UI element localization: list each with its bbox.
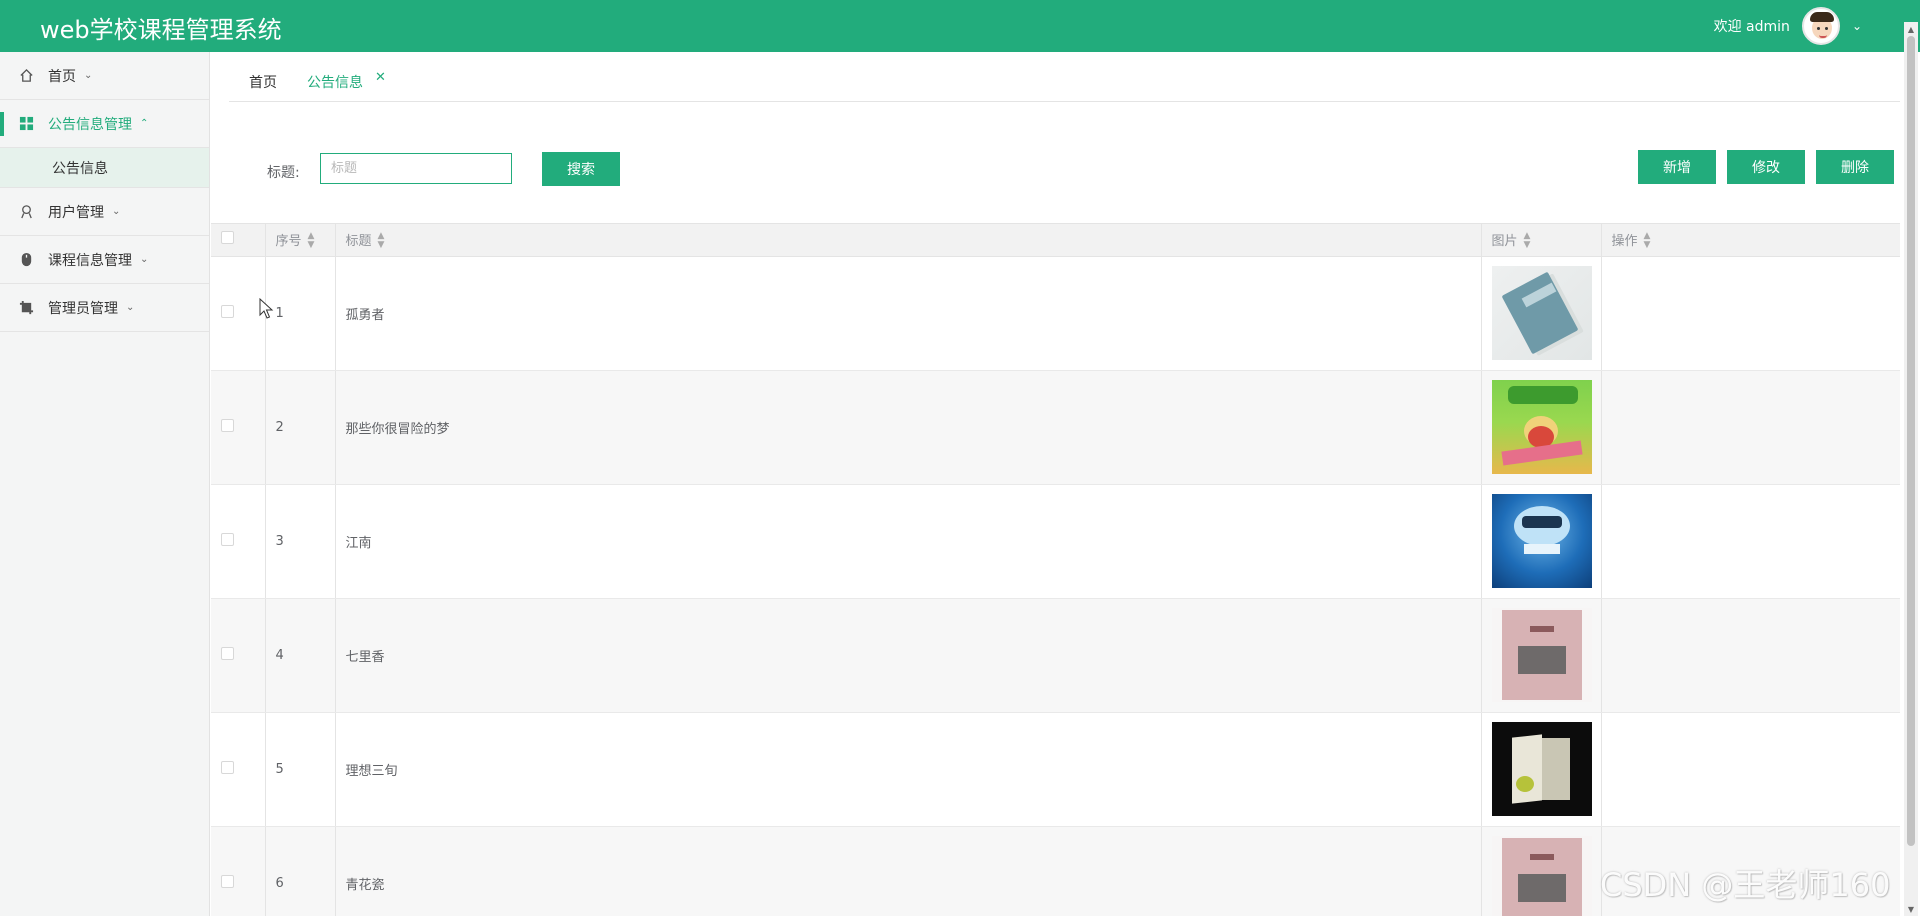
- row-index: 4: [265, 598, 336, 713]
- grid-icon: [18, 116, 34, 132]
- avatar[interactable]: [1801, 7, 1840, 45]
- chevron-down-icon: ⌄: [126, 302, 135, 313]
- data-table: 序号 ▲ ▼ 标题 ▲ ▼ 图片 ▲ ▼ 操作 ▲ ▼ 1 孤勇者 2 那些你很…: [211, 223, 1900, 916]
- app-title: web学校课程管理系统: [40, 16, 282, 44]
- sidebar-item-label: 首页: [48, 68, 76, 85]
- welcome-text: 欢迎 admin: [1713, 19, 1790, 35]
- scroll-up-icon[interactable]: ▲: [1904, 22, 1918, 36]
- book-cover-image: [1491, 494, 1592, 588]
- table-row[interactable]: 3 江南: [211, 484, 1900, 599]
- top-header: web学校课程管理系统 欢迎 admin ⌄: [0, 0, 1920, 52]
- sidebar-item-label: 管理员管理: [48, 300, 118, 317]
- select-all-header[interactable]: [211, 224, 266, 257]
- row-index: 1: [265, 256, 336, 371]
- row-index: 6: [265, 826, 336, 916]
- sort-icon[interactable]: ▲ ▼: [1644, 232, 1651, 250]
- chevron-up-icon: ⌃: [140, 118, 149, 129]
- tab-label: 首页: [249, 74, 277, 91]
- tab-label: 公告信息: [307, 74, 363, 91]
- table-row[interactable]: 1 孤勇者: [211, 256, 1900, 371]
- row-index: 2: [265, 370, 336, 485]
- row-checkbox[interactable]: [221, 418, 234, 432]
- search-button[interactable]: 搜索: [542, 152, 620, 186]
- tab-home[interactable]: 首页: [249, 72, 277, 92]
- row-title: 那些你很冒险的梦: [335, 370, 1482, 485]
- search-bar: 标题: 搜索 新增 修改 删除: [211, 150, 1900, 190]
- sidebar-item-user-management[interactable]: 用户管理 ⌄: [0, 188, 209, 236]
- chevron-down-icon: ⌄: [112, 206, 121, 217]
- row-title: 青花瓷: [335, 826, 1482, 916]
- book-cover-image: [1491, 608, 1592, 702]
- home-icon: [18, 68, 34, 84]
- sidebar-item-home[interactable]: 首页 ⌄: [0, 52, 209, 100]
- sort-icon[interactable]: ▲ ▼: [378, 232, 385, 250]
- row-index: 3: [265, 484, 336, 599]
- mouse-icon: [18, 252, 34, 268]
- tab-notice-info[interactable]: 公告信息 ✕: [307, 70, 386, 92]
- chevron-down-icon: ⌄: [84, 70, 93, 81]
- mouse-cursor-icon: [259, 298, 274, 319]
- column-header-title[interactable]: 标题 ▲ ▼: [335, 224, 1482, 257]
- table-row[interactable]: 4 七里香: [211, 598, 1900, 713]
- book-cover-image: [1491, 836, 1592, 916]
- row-title: 七里香: [335, 598, 1482, 713]
- sidebar: 首页 ⌄ 公告信息管理 ⌃ 公告信息 用户管理 ⌄ 课程信息管理 ⌄ 管理员管理…: [0, 52, 210, 916]
- crop-icon: [18, 300, 34, 316]
- sidebar-item-label: 课程信息管理: [48, 252, 132, 269]
- row-index: 5: [265, 712, 336, 827]
- table-header-row: 序号 ▲ ▼ 标题 ▲ ▼ 图片 ▲ ▼ 操作 ▲ ▼: [211, 224, 1900, 257]
- column-header-image[interactable]: 图片 ▲ ▼: [1481, 224, 1602, 257]
- watermark: CSDN @王老师160: [1600, 866, 1891, 904]
- row-checkbox[interactable]: [221, 532, 234, 546]
- user-menu[interactable]: 欢迎 admin ⌄: [1713, 7, 1862, 45]
- chevron-down-icon[interactable]: ⌄: [1852, 19, 1862, 33]
- user-icon: [18, 204, 34, 220]
- search-label: 标题:: [267, 165, 300, 181]
- search-input[interactable]: [320, 153, 512, 184]
- book-cover-image: [1491, 266, 1592, 360]
- sidebar-item-notice-management[interactable]: 公告信息管理 ⌃: [0, 100, 209, 148]
- table-row[interactable]: 2 那些你很冒险的梦: [211, 370, 1900, 485]
- chevron-down-icon: ⌄: [140, 254, 149, 265]
- tab-bar: 首页 公告信息 ✕: [229, 62, 1900, 102]
- table-row[interactable]: 5 理想三旬: [211, 712, 1900, 827]
- sort-icon[interactable]: ▲ ▼: [308, 232, 315, 250]
- row-title: 孤勇者: [335, 256, 1482, 371]
- book-cover-image: [1491, 722, 1592, 816]
- sidebar-subitem-notice-info[interactable]: 公告信息: [0, 148, 209, 188]
- edit-button[interactable]: 修改: [1727, 150, 1805, 184]
- row-title: 理想三旬: [335, 712, 1482, 827]
- column-header-index[interactable]: 序号 ▲ ▼: [265, 224, 336, 257]
- close-icon[interactable]: ✕: [375, 70, 386, 85]
- row-title: 江南: [335, 484, 1482, 599]
- row-checkbox[interactable]: [221, 760, 234, 774]
- sidebar-item-course-management[interactable]: 课程信息管理 ⌄: [0, 236, 209, 284]
- sidebar-item-label: 公告信息管理: [48, 116, 132, 133]
- select-all-checkbox[interactable]: [221, 231, 234, 245]
- sidebar-item-label: 用户管理: [48, 204, 104, 221]
- vertical-scrollbar[interactable]: ▲ ▼: [1904, 22, 1918, 916]
- sidebar-item-admin-management[interactable]: 管理员管理 ⌄: [0, 284, 209, 332]
- scroll-down-icon[interactable]: ▼: [1904, 902, 1918, 916]
- row-checkbox[interactable]: [221, 304, 234, 318]
- row-checkbox[interactable]: [221, 646, 234, 660]
- book-cover-image: [1491, 380, 1592, 474]
- column-header-ops[interactable]: 操作 ▲ ▼: [1601, 224, 1900, 257]
- delete-button[interactable]: 删除: [1816, 150, 1894, 184]
- main-content: 首页 公告信息 ✕ 标题: 搜索 新增 修改 删除 序号▲▼ 标题▲▼ 图片▲▼: [211, 52, 1900, 916]
- scrollbar-thumb[interactable]: [1907, 36, 1915, 846]
- sort-icon[interactable]: ▲ ▼: [1524, 232, 1531, 250]
- add-button[interactable]: 新增: [1638, 150, 1716, 184]
- row-checkbox[interactable]: [221, 874, 234, 888]
